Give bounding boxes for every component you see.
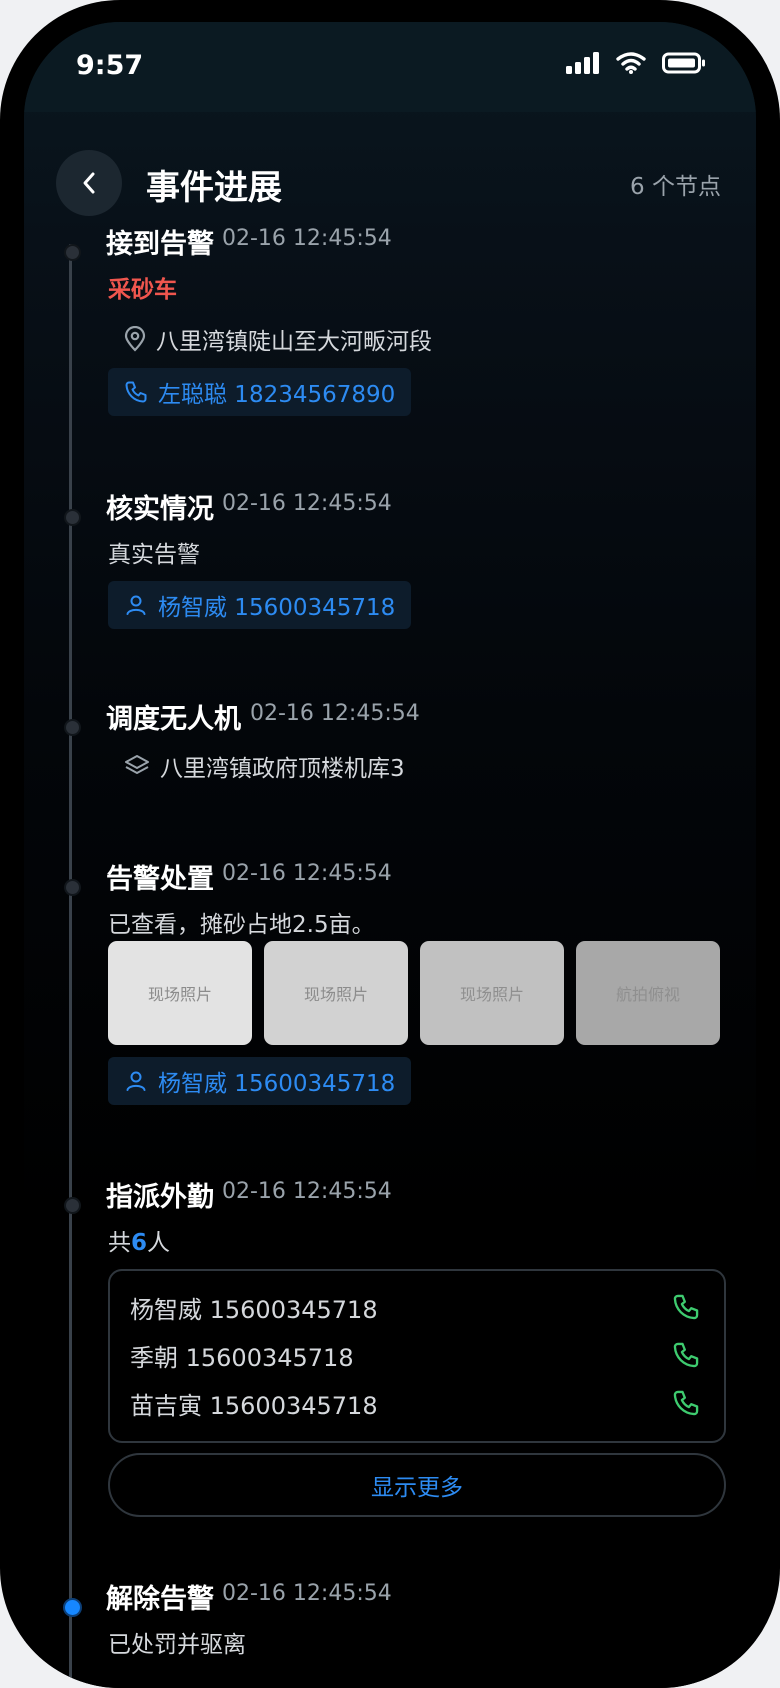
timeline-dot <box>64 719 81 736</box>
user-icon <box>126 595 146 615</box>
layers-icon <box>125 755 149 774</box>
photo-thumbnail[interactable]: 现场照片 <box>264 941 408 1045</box>
list-item: 季朝 15600345718 <box>130 1335 700 1375</box>
status-bar: 9:57 <box>24 22 756 112</box>
contact-text: 左聪聪 18234567890 <box>158 382 396 408</box>
person-text: 季朝 15600345718 <box>130 1343 354 1372</box>
screen: 9:57 事件进展 6 个节点 接到告警 02-16 12:45:54 采砂车 … <box>24 22 756 1688</box>
chevron-left-icon <box>83 172 95 194</box>
phone-frame: 9:57 事件进展 6 个节点 接到告警 02-16 12:45:54 采砂车 … <box>0 0 780 1688</box>
timeline-dot <box>64 879 81 896</box>
contact-chip[interactable]: 杨智威 15600345718 <box>108 581 412 629</box>
node-title: 指派外勤 <box>106 1182 214 1213</box>
status-icons <box>566 52 706 74</box>
node-title: 调度无人机 <box>106 704 241 735</box>
location-row: 八里湾镇陡山至大河畈河段 <box>124 322 432 356</box>
wifi-icon <box>616 52 646 74</box>
battery-icon <box>662 52 705 74</box>
alert-type: 采砂车 <box>108 277 177 303</box>
user-icon <box>126 1071 146 1091</box>
contact-text: 杨智威 15600345718 <box>158 1071 396 1097</box>
photo-thumbnail[interactable]: 航拍俯视 <box>576 941 720 1045</box>
back-button[interactable] <box>56 150 122 216</box>
location-pin-icon <box>124 326 146 352</box>
hangar-row: 八里湾镇政府顶楼机库3 <box>124 749 405 783</box>
timeline-dot <box>64 1197 81 1214</box>
node-text: 已查看，摊砂占地2.5亩。 <box>108 912 375 938</box>
status-time: 9:57 <box>76 50 144 81</box>
timeline-dot <box>64 509 81 526</box>
person-text: 苗吉寅 15600345718 <box>130 1391 378 1420</box>
node-time: 02-16 12:45:54 <box>222 1179 392 1204</box>
node-title: 解除告警 <box>106 1584 214 1615</box>
node-time: 02-16 12:45:54 <box>222 861 392 886</box>
person-text: 杨智威 15600345718 <box>130 1295 378 1324</box>
phone-icon <box>125 381 147 403</box>
node-time: 02-16 12:45:54 <box>222 226 392 251</box>
list-item: 苗吉寅 15600345718 <box>130 1383 700 1423</box>
count-suffix: 人 <box>147 1230 171 1256</box>
node-title: 接到告警 <box>106 229 214 260</box>
signal-icon <box>566 52 599 74</box>
timeline-dot-active <box>63 1598 82 1617</box>
count-number: 6 <box>131 1230 148 1256</box>
contact-chip[interactable]: 杨智威 15600345718 <box>108 1057 412 1105</box>
list-item: 杨智威 15600345718 <box>130 1287 700 1327</box>
contact-text: 杨智威 15600345718 <box>158 595 396 621</box>
photo-thumbnail[interactable]: 现场照片 <box>108 941 252 1045</box>
timeline-dot <box>64 244 81 261</box>
phone-icon[interactable] <box>672 1389 700 1417</box>
location-text: 八里湾镇陡山至大河畈河段 <box>156 329 432 355</box>
node-time: 02-16 12:45:54 <box>222 1581 392 1606</box>
phone-icon[interactable] <box>672 1293 700 1321</box>
assignee-list: 杨智威 15600345718 季朝 15600345718 苗吉寅 15600… <box>108 1269 726 1443</box>
node-title: 告警处置 <box>106 864 214 895</box>
header: 事件进展 6 个节点 <box>24 112 756 232</box>
count-prefix: 共 <box>108 1230 131 1256</box>
page-title: 事件进展 <box>146 168 282 208</box>
show-more-button[interactable]: 显示更多 <box>108 1453 726 1517</box>
photo-row: 现场照片 现场照片 现场照片 航拍俯视 <box>108 941 720 1045</box>
phone-icon[interactable] <box>672 1341 700 1369</box>
node-time: 02-16 12:45:54 <box>250 701 420 726</box>
timeline-line <box>69 244 72 1684</box>
photo-thumbnail[interactable]: 现场照片 <box>420 941 564 1045</box>
node-title: 核实情况 <box>106 494 214 525</box>
contact-chip[interactable]: 左聪聪 18234567890 <box>108 368 412 416</box>
node-text: 已处罚并驱离 <box>108 1632 246 1658</box>
node-text: 真实告警 <box>108 542 200 568</box>
node-count: 6 个节点 <box>630 174 721 200</box>
hangar-text: 八里湾镇政府顶楼机库3 <box>160 756 405 782</box>
assignee-count: 共6人 <box>108 1223 170 1257</box>
node-time: 02-16 12:45:54 <box>222 491 392 516</box>
